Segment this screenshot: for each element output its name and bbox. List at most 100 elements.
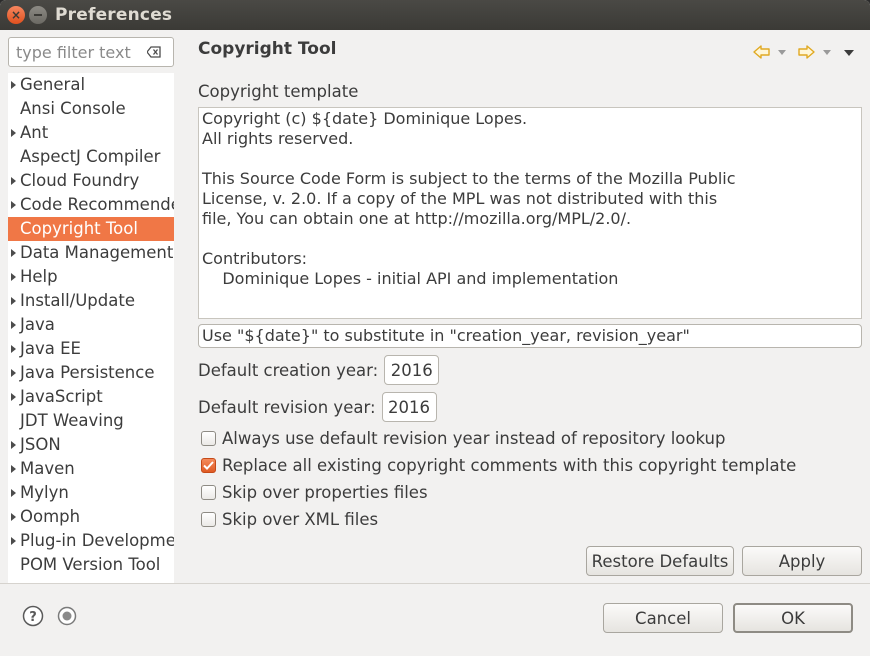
back-arrow-icon[interactable] bbox=[753, 43, 771, 61]
tree-item[interactable]: Java Persistence bbox=[8, 361, 174, 385]
expand-arrow-icon[interactable] bbox=[11, 81, 16, 89]
tree-item-label: Plug-in Development bbox=[20, 531, 174, 550]
window-title: Preferences bbox=[55, 5, 173, 25]
expand-arrow-icon[interactable] bbox=[11, 465, 16, 473]
tree-item-label: General bbox=[20, 75, 86, 94]
option-label: Skip over XML files bbox=[222, 509, 379, 529]
expand-arrow-icon[interactable] bbox=[11, 489, 16, 497]
tree-item-label: Java bbox=[20, 315, 55, 334]
tree-item[interactable]: Java EE bbox=[8, 337, 174, 361]
tree-item[interactable]: Ant bbox=[8, 121, 174, 145]
option-skip-properties[interactable]: Skip over properties files bbox=[201, 481, 428, 503]
tree-item-label: Data Management bbox=[20, 243, 174, 262]
tree-item[interactable]: Ansi Console bbox=[8, 97, 174, 121]
option-replace-existing[interactable]: Replace all existing copyright comments … bbox=[201, 454, 796, 476]
tree-item-label: Code Recommenders bbox=[20, 195, 174, 214]
option-skip-xml[interactable]: Skip over XML files bbox=[201, 508, 378, 530]
revision-year-label: Default revision year: bbox=[198, 397, 376, 417]
tree-item[interactable]: Install/Update bbox=[8, 289, 174, 313]
template-label: Copyright template bbox=[198, 82, 359, 101]
checkbox[interactable] bbox=[201, 457, 216, 473]
tree-item-label: Java EE bbox=[20, 339, 81, 358]
expand-arrow-icon[interactable] bbox=[11, 297, 16, 305]
checkbox[interactable] bbox=[201, 511, 216, 527]
creation-year-row: Default creation year: 2016 bbox=[198, 355, 440, 385]
tree-item[interactable]: Code Recommenders bbox=[8, 193, 174, 217]
minimize-button[interactable] bbox=[29, 6, 47, 24]
tree-item[interactable]: JDT Weaving bbox=[8, 409, 174, 433]
expand-arrow-icon[interactable] bbox=[11, 369, 16, 377]
expand-arrow-icon[interactable] bbox=[11, 273, 16, 281]
tree-item-label: JavaScript bbox=[20, 387, 103, 406]
tree-item-label: Install/Update bbox=[20, 291, 135, 310]
option-default-revision-year[interactable]: Always use default revision year instead… bbox=[201, 427, 725, 449]
tree-item-label: Copyright Tool bbox=[20, 219, 138, 238]
tree-item[interactable]: General bbox=[8, 73, 174, 97]
checkbox[interactable] bbox=[201, 484, 216, 500]
substitution-hint: Use "${date}" to substitute in "creation… bbox=[198, 324, 862, 348]
tree-item[interactable]: AspectJ Compiler bbox=[8, 145, 174, 169]
tree-item-label: JSON bbox=[20, 435, 61, 454]
expand-arrow-icon[interactable] bbox=[11, 345, 16, 353]
view-menu-icon[interactable] bbox=[844, 50, 854, 56]
tree-item[interactable]: Oomph bbox=[8, 505, 174, 529]
back-dropdown-icon[interactable] bbox=[778, 50, 786, 55]
expand-arrow-icon[interactable] bbox=[11, 177, 16, 185]
svg-text:?: ? bbox=[29, 610, 37, 625]
tree-item[interactable]: POM Version Tool bbox=[8, 553, 174, 577]
option-label: Skip over properties files bbox=[222, 482, 428, 502]
checkbox[interactable] bbox=[201, 430, 216, 446]
record-macro-icon[interactable] bbox=[56, 605, 78, 627]
tree-item-label: Ant bbox=[20, 123, 49, 142]
tree-item[interactable]: Mylyn bbox=[8, 481, 174, 505]
apply-button[interactable]: Apply bbox=[742, 546, 862, 576]
creation-year-field[interactable]: 2016 bbox=[384, 355, 440, 385]
tree-item-label: Mylyn bbox=[20, 483, 69, 502]
tree-item-label: Java Persistence bbox=[20, 363, 155, 382]
forward-dropdown-icon[interactable] bbox=[823, 50, 831, 55]
tree-item-label: Ansi Console bbox=[20, 99, 126, 118]
restore-defaults-button[interactable]: Restore Defaults bbox=[586, 546, 734, 576]
close-button[interactable]: × bbox=[7, 6, 25, 24]
tree-item[interactable]: Java bbox=[8, 313, 174, 337]
page-title: Copyright Tool bbox=[198, 39, 337, 59]
tree-item[interactable]: Copyright Tool bbox=[8, 217, 174, 241]
tree-item-label: Oomph bbox=[20, 507, 81, 526]
minimize-icon bbox=[34, 14, 42, 16]
filter-input[interactable] bbox=[16, 42, 141, 62]
tree-item[interactable]: Maven bbox=[8, 457, 174, 481]
tree-item-label: JDT Weaving bbox=[20, 411, 124, 430]
tree-item[interactable]: JSON bbox=[8, 433, 174, 457]
preferences-window: × Preferences General Ansi Console Ant Aspe… bbox=[0, 0, 870, 656]
clear-filter-icon[interactable] bbox=[147, 46, 161, 58]
tree-item-label: POM Version Tool bbox=[20, 555, 161, 574]
tree-item[interactable]: JavaScript bbox=[8, 385, 174, 409]
ok-button[interactable]: OK bbox=[733, 603, 853, 633]
tree-item[interactable]: Cloud Foundry bbox=[8, 169, 174, 193]
expand-arrow-icon[interactable] bbox=[11, 249, 16, 257]
option-label: Always use default revision year instead… bbox=[222, 428, 726, 448]
creation-year-label: Default creation year: bbox=[198, 360, 379, 380]
expand-arrow-icon[interactable] bbox=[11, 321, 16, 329]
help-icon[interactable]: ? bbox=[22, 605, 44, 627]
tree-item-label: Cloud Foundry bbox=[20, 171, 140, 190]
filter-box[interactable] bbox=[8, 37, 174, 67]
revision-year-row: Default revision year: 2016 bbox=[198, 392, 437, 422]
title-bar: × Preferences bbox=[0, 0, 870, 30]
tree-item-label: Help bbox=[20, 267, 58, 286]
revision-year-field[interactable]: 2016 bbox=[381, 392, 437, 422]
expand-arrow-icon[interactable] bbox=[11, 201, 16, 209]
tree-item[interactable]: Help bbox=[8, 265, 174, 289]
expand-arrow-icon[interactable] bbox=[11, 513, 16, 521]
cancel-button[interactable]: Cancel bbox=[603, 603, 723, 633]
footer-divider bbox=[0, 583, 870, 584]
expand-arrow-icon[interactable] bbox=[11, 393, 16, 401]
tree-item[interactable]: Plug-in Development bbox=[8, 529, 174, 553]
tree-item[interactable]: Data Management bbox=[8, 241, 174, 265]
expand-arrow-icon[interactable] bbox=[11, 129, 16, 137]
expand-arrow-icon[interactable] bbox=[11, 537, 16, 545]
forward-arrow-icon[interactable] bbox=[797, 43, 815, 61]
preference-tree[interactable]: General Ansi Console Ant AspectJ Compiler Cl… bbox=[8, 73, 174, 583]
expand-arrow-icon[interactable] bbox=[11, 441, 16, 449]
copyright-template-textarea[interactable]: Copyright (c) ${date} Dominique Lopes. A… bbox=[198, 107, 862, 319]
